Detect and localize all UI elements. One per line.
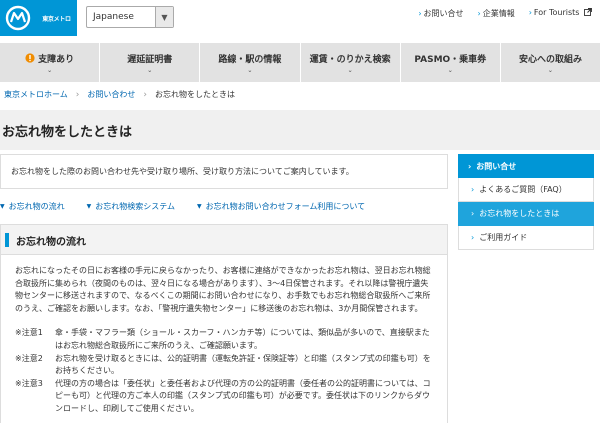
nav-item-fare-search[interactable]: 運賃・のりかえ検索 ⌄ <box>301 43 401 82</box>
section-body: お忘れになったその日にお客様の手元に戻らなかったり、お客様に連絡ができなかったお… <box>15 265 435 416</box>
section-title: お忘れ物の流れ <box>16 237 86 248</box>
chevron-down-icon: ⌄ <box>247 66 253 74</box>
chevron-down-icon: ⌄ <box>547 66 553 74</box>
chevron-right-icon: › <box>471 233 475 242</box>
breadcrumb-home[interactable]: 東京メトロホーム <box>4 89 68 100</box>
intro-text: お忘れ物をした際のお問い合わせ先や受け取り場所、受け取り方法についてご案内してい… <box>0 154 448 189</box>
chevron-right-icon: › <box>477 9 481 18</box>
logo-text[interactable]: 東京メトロ <box>36 0 77 36</box>
note-text: お忘れ物を受け取るときには、公的証明書（運転免許証・保険証等）と印鑑（スタンプ式… <box>55 353 431 376</box>
chevron-right-icon: › <box>468 161 472 171</box>
triangle-down-icon: ▼ <box>86 203 92 210</box>
top-link-contact[interactable]: › お問い合せ <box>418 8 463 19</box>
triangle-down-icon: ▼ <box>197 203 202 210</box>
chevron-down-icon: ⌄ <box>147 66 153 74</box>
metro-logo[interactable] <box>0 0 36 36</box>
note-text: 傘・手袋・マフラー類（ショール・スカーフ・ハンカチ等）については、類似品が多いの… <box>55 328 430 350</box>
sidebar-item-lost-items[interactable]: › お忘れ物をしたときは <box>458 202 594 226</box>
top-link-company[interactable]: › 企業情報 <box>478 8 515 19</box>
metro-logo-icon <box>5 5 31 31</box>
external-link-icon <box>584 8 592 16</box>
note-label: ※注意2 <box>15 353 43 363</box>
section-paragraph: お忘れになったその日にお客様の手元に戻らなかったり、お客様に連絡ができなかったお… <box>15 266 431 313</box>
nav-item-delay-certificate[interactable]: 遅延証明書 ⌄ <box>100 43 201 82</box>
sidebar-item-guide[interactable]: › ご利用ガイド <box>458 226 594 250</box>
chevron-down-icon: ⌄ <box>47 66 53 74</box>
sidebar-item-faq[interactable]: › よくあるご質問（FAQ） <box>458 178 594 202</box>
chevron-down-icon: ⌄ <box>447 66 453 74</box>
chevron-right-icon: › <box>143 89 147 100</box>
note-item: ※注意3 代理の方の場合は「委任状」と委任者および代理の方の公的証明書（委任者の… <box>15 378 435 416</box>
chevron-right-icon: › <box>528 8 532 17</box>
sidebar: › お問い合せ › よくあるご質問（FAQ） › お忘れ物をしたときは › ご利… <box>458 154 594 250</box>
chevron-right-icon: › <box>471 209 475 218</box>
chevron-right-icon: › <box>418 9 422 18</box>
nav-item-pasmo[interactable]: PASMO・乗車券 ⌄ <box>401 43 501 82</box>
nav-item-lines-stations[interactable]: 路線・駅の情報 ⌄ <box>200 43 301 82</box>
breadcrumb: 東京メトロホーム › お問い合わせ › お忘れ物をしたときは <box>4 89 235 100</box>
page-title: お忘れ物をしたときは <box>2 125 133 140</box>
note-item: ※注意1 傘・手袋・マフラー類（ショール・スカーフ・ハンカチ等）については、類似… <box>15 327 435 352</box>
triangle-down-icon: ▼ <box>0 203 5 210</box>
sidebar-heading[interactable]: › お問い合せ <box>458 154 594 178</box>
breadcrumb-current: お忘れ物をしたときは <box>154 90 235 99</box>
anchor-link-flow[interactable]: ▼ お忘れ物の流れ <box>0 201 65 212</box>
chevron-down-icon: ⌄ <box>347 66 353 74</box>
main-navigation: 支障あり ⌄ 遅延証明書 ⌄ 路線・駅の情報 ⌄ 運賃・のりかえ検索 ⌄ PAS… <box>0 43 600 82</box>
note-label: ※注意1 <box>15 328 43 338</box>
nav-item-disruption[interactable]: 支障あり ⌄ <box>0 43 101 82</box>
section-accent-bar <box>5 233 9 247</box>
note-label: ※注意3 <box>15 378 43 388</box>
chevron-right-icon: › <box>75 89 80 100</box>
section-lost-items-flow: お忘れ物の流れ お忘れになったその日にお客様の手元に戻らなかったり、お客様に連絡… <box>0 224 448 423</box>
chevron-down-icon: ▼ <box>155 7 173 27</box>
breadcrumb-contact[interactable]: お問い合わせ <box>87 89 135 100</box>
language-value: Japanese <box>93 12 134 22</box>
alert-icon <box>25 53 35 63</box>
anchor-link-inquiry-form[interactable]: ▼ お忘れ物お問い合わせフォーム利用について <box>197 201 365 212</box>
top-link-tourists[interactable]: › For Tourists <box>529 8 592 19</box>
note-item: ※注意2 お忘れ物を受け取るときには、公的証明書（運転免許証・保険証等）と印鑑（… <box>15 353 435 378</box>
note-text: 代理の方の場合は「委任状」と委任者および代理の方の公的証明書（委任者の公的証明書… <box>55 378 431 413</box>
language-select[interactable]: Japanese ▼ <box>86 6 174 28</box>
nav-item-safety[interactable]: 安心への取組み ⌄ <box>501 43 600 82</box>
top-header: 東京メトロ Japanese ▼ › お問い合せ › 企業情報 › For Touri… <box>0 0 600 40</box>
anchor-links: ▼ お忘れ物の流れ ▼ お忘れ物検索システム ▼ お忘れ物お問い合わせフォーム利用につ… <box>0 201 448 212</box>
anchor-link-search-system[interactable]: ▼ お忘れ物検索システム <box>87 201 175 212</box>
section-header: お忘れ物の流れ <box>1 225 447 255</box>
chevron-right-icon: › <box>471 185 475 194</box>
